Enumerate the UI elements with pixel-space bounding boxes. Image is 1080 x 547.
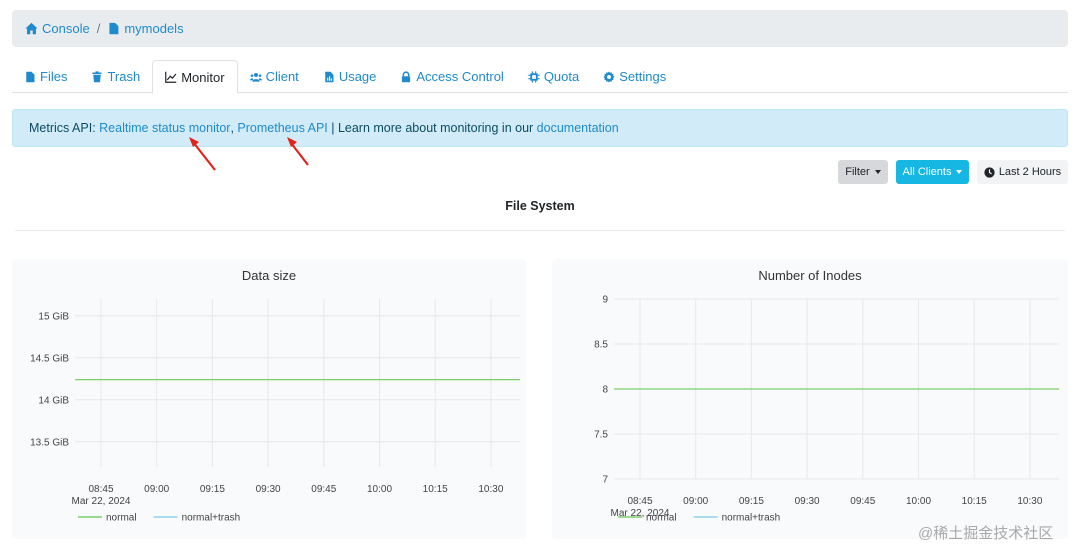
y-tick-label: 8.5 — [594, 340, 608, 351]
x-tick-label: 08:45 — [88, 484, 113, 495]
time-range-button[interactable]: Last 2 Hours — [977, 160, 1068, 184]
tab-files-label: Files — [40, 69, 68, 84]
gear-icon — [603, 70, 615, 83]
annotation-arrow-2 — [287, 137, 309, 166]
chart-title: Data size — [242, 268, 296, 283]
filter-label: Filter — [845, 166, 870, 178]
clock-icon — [984, 166, 995, 178]
users-icon — [249, 72, 262, 82]
realtime-status-monitor-link[interactable]: Realtime status monitor — [99, 121, 230, 135]
tab-access-control-label: Access Control — [416, 69, 504, 84]
legend-label: normal+trash — [182, 513, 241, 524]
x-tick-label: 09:00 — [683, 496, 708, 507]
y-tick-label: 7 — [602, 475, 608, 486]
metrics-api-alert: Metrics API: Realtime status monitor , P… — [12, 109, 1068, 147]
tab-usage-label: Usage — [338, 69, 377, 84]
tab-access-control[interactable]: Access Control — [388, 60, 515, 93]
x-tick-label: 10:15 — [423, 484, 448, 495]
caret-down-icon — [874, 170, 881, 174]
tab-trash-label: Trash — [107, 69, 141, 84]
breadcrumb-separator: / — [96, 21, 101, 36]
y-tick-label: 14.5 GiB — [30, 353, 69, 364]
x-date-label: Mar 22, 2024 — [72, 496, 131, 507]
lock-icon — [402, 70, 411, 82]
x-tick-label: 09:15 — [739, 496, 764, 507]
tab-usage[interactable]: Usage — [311, 60, 389, 93]
legend-label: normal — [646, 513, 677, 524]
y-tick-label: 14 GiB — [38, 395, 69, 406]
breadcrumb-console-label: Console — [42, 21, 90, 36]
tab-client[interactable]: Client — [238, 60, 311, 93]
prometheus-api-link[interactable]: Prometheus API — [237, 121, 327, 135]
annotation-arrow-1 — [189, 137, 216, 171]
all-clients-label: All Clients — [902, 166, 952, 178]
tab-quota[interactable]: Quota — [516, 60, 591, 93]
x-tick-label: 10:30 — [478, 484, 503, 495]
chip-icon — [528, 70, 540, 83]
filter-dropdown-button[interactable]: Filter — [838, 160, 888, 184]
tab-quota-label: Quota — [543, 69, 580, 84]
section-title-file-system: File System — [505, 199, 575, 213]
tab-files[interactable]: Files — [12, 60, 79, 93]
breadcrumb-mymodels-label: mymodels — [124, 21, 184, 36]
x-tick-label: 09:15 — [200, 484, 225, 495]
tab-bar: Files Trash Monitor Client Usage Access … — [12, 60, 1068, 94]
time-range-label: Last 2 Hours — [998, 166, 1062, 178]
x-tick-label: 10:15 — [962, 496, 987, 507]
x-tick-label: 10:00 — [906, 496, 931, 507]
breadcrumb: Console / mymodels — [12, 10, 1068, 47]
chart-title: Number of Inodes — [758, 268, 862, 283]
y-tick-label: 7.5 — [594, 430, 608, 441]
tab-monitor[interactable]: Monitor — [152, 60, 238, 94]
chart-data-size[interactable]: Data size 13.5 GiB 14 GiB 14.5 GiB 15 GiB 08:… — [12, 259, 526, 539]
home-icon — [25, 22, 38, 35]
caret-down-icon — [956, 170, 963, 174]
documentation-link[interactable]: documentation — [537, 121, 619, 135]
trash-icon — [92, 70, 102, 82]
y-tick-label: 13.5 GiB — [30, 437, 69, 448]
x-tick-label: 10:30 — [1017, 496, 1042, 507]
x-tick-label: 09:30 — [256, 484, 281, 495]
line-chart-icon — [165, 71, 177, 83]
all-clients-dropdown-button[interactable]: All Clients — [896, 160, 969, 184]
tab-settings[interactable]: Settings — [591, 60, 678, 93]
file-icon — [26, 71, 35, 82]
y-tick-label: 8 — [602, 385, 608, 396]
chart-panel-number-of-inodes: Number of Inodes 7 7.5 8 8.5 9 08:45 09:00 09:15… — [552, 259, 1068, 539]
tab-monitor-label: Monitor — [181, 69, 225, 85]
breadcrumb-mymodels-link[interactable]: mymodels — [107, 21, 184, 36]
breadcrumb-console-link[interactable]: Console — [25, 21, 90, 36]
y-tick-label: 15 GiB — [38, 311, 69, 322]
y-tick-label: 9 — [602, 295, 608, 306]
legend-label: normal — [106, 513, 137, 524]
alert-comma: , — [230, 121, 238, 135]
chart-panel-data-size: Data size 13.5 GiB 14 GiB 14.5 GiB 15 GiB 08:… — [12, 259, 526, 539]
watermark-text: @稀土掘金技术社区 — [918, 525, 1054, 542]
alert-middle-text: | Learn more about monitoring in our — [327, 121, 537, 135]
alert-prefix: Metrics API: — [29, 121, 100, 135]
file-icon — [109, 22, 119, 35]
tab-client-label: Client — [265, 69, 299, 84]
x-tick-label: 09:45 — [850, 496, 875, 507]
x-tick-label: 08:45 — [627, 496, 652, 507]
x-tick-label: 09:45 — [311, 484, 336, 495]
x-tick-label: 09:30 — [795, 496, 820, 507]
legend-label: normal+trash — [722, 513, 781, 524]
tab-trash[interactable]: Trash — [79, 60, 152, 93]
tab-settings-label: Settings — [619, 69, 667, 84]
x-tick-label: 09:00 — [144, 484, 169, 495]
file-chart-icon — [325, 71, 334, 82]
x-tick-label: 10:00 — [367, 484, 392, 495]
divider — [15, 230, 1065, 231]
chart-number-of-inodes[interactable]: Number of Inodes 7 7.5 8 8.5 9 08:45 09:00 09:15… — [552, 259, 1068, 539]
